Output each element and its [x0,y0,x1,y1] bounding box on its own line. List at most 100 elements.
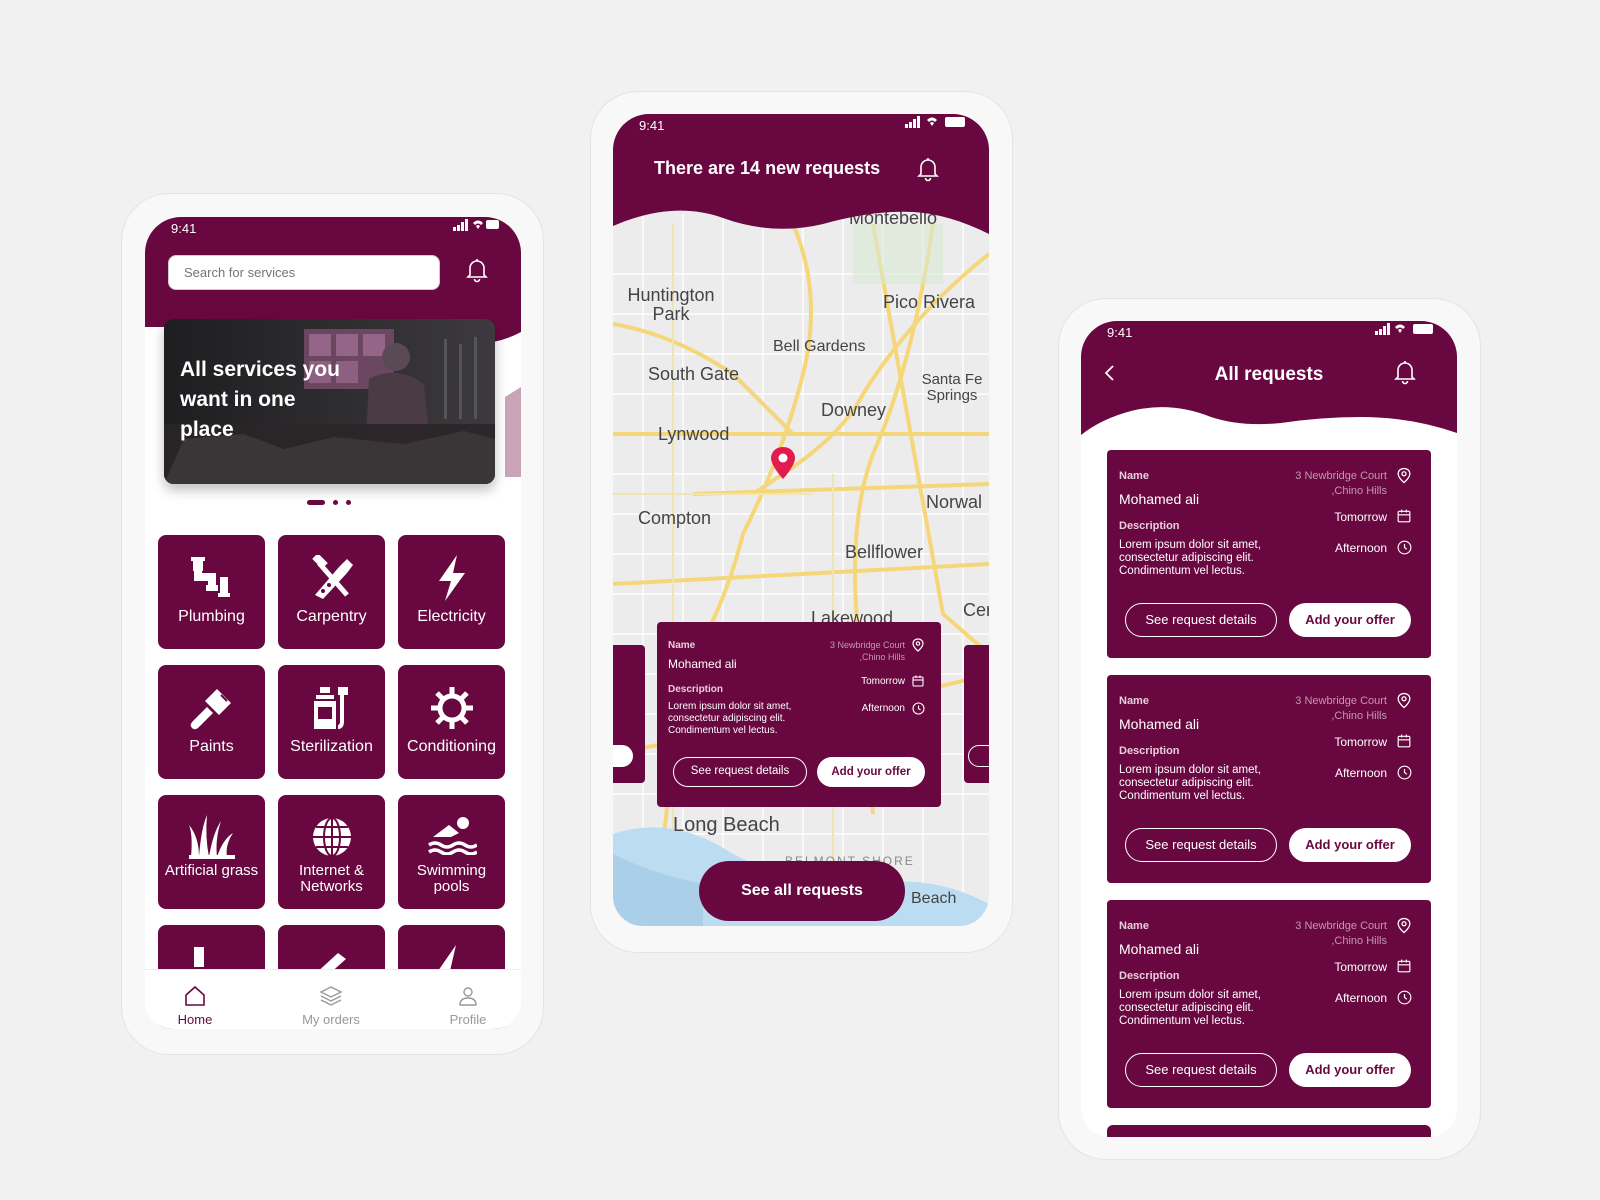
pipe-icon [190,557,230,597]
request-card-partial-right[interactable] [964,645,989,783]
request-card-partial[interactable] [1107,1125,1431,1137]
customer-name: Mohamed ali [1119,716,1200,732]
service-label: Plumbing [178,608,245,625]
service-tile-artificial-grass[interactable]: Artificial grass [158,795,265,909]
service-tile-conditioning[interactable]: Conditioning [398,665,505,779]
request-card[interactable]: Name Mohamed ali 3 Newbridge Court ,Chin… [1107,900,1431,1108]
user-icon [459,987,477,1006]
description-text: Lorem ipsum dolor sit amet, consectetur … [1119,989,1261,1027]
search-input[interactable] [168,255,440,290]
lightning-icon [438,555,465,601]
request-card[interactable]: Name Mohamed ali 3 Newbridge Court ,Chin… [657,622,941,807]
address: 3 Newbridge Court ,Chino Hills [1295,470,1387,497]
service-tile-paints[interactable]: Paints [158,665,265,779]
grass-icon [188,815,235,859]
description-text: Lorem ipsum dolor sit amet, consectetur … [1119,764,1261,802]
paintbrush-icon [190,689,231,730]
add-offer-button[interactable]: Add your offer [1289,603,1411,637]
service-label: Internet & Networks [298,862,365,895]
carousel-dot[interactable] [346,500,351,505]
see-request-details-button[interactable]: See request details [1125,603,1277,637]
map-label: South Gate [648,364,740,384]
name-label: Name [1119,470,1149,482]
nav-label: Profile [449,1012,487,1027]
request-card[interactable]: Name Mohamed ali 3 Newbridge Court ,Chin… [1107,450,1431,658]
map-label: Norwal [926,492,983,512]
request-date: Tomorrow [1334,735,1387,749]
see-request-details-button[interactable]: See request details [1125,828,1277,862]
service-tile-electricity[interactable]: Electricity [398,535,505,649]
add-offer-button[interactable]: Add your offer [1289,1053,1411,1087]
map-label: Bell Gardens [773,338,866,355]
status-icons [453,219,499,231]
add-offer-button[interactable]: Add your offer [1289,828,1411,862]
nav-my-orders[interactable]: My orders [291,984,371,1027]
calendar-icon [912,675,924,687]
request-time: Afternoon [1334,766,1387,780]
service-tile-internet-networks[interactable]: Internet & Networks [278,795,385,909]
request-date: Tomorrow [1334,960,1387,974]
home-icon [185,985,205,1006]
service-tile-carpentry[interactable]: Carpentry [278,535,385,649]
map-label: Long Beach [673,814,780,836]
map-label: Santa Fe Springs [921,371,983,404]
status-icons [1375,323,1435,335]
spray-bottle-icon [313,687,348,729]
see-all-requests-button[interactable]: See all requests [699,861,905,921]
service-label: Artificial grass [164,862,259,879]
location-pin-icon[interactable] [771,447,795,479]
bell-icon[interactable] [465,257,489,283]
service-label: Carpentry [296,608,367,625]
request-details-button-partial[interactable] [968,745,989,767]
home-screen: 9:41 All services you want in one place [145,217,521,1029]
request-time: Afternoon [1334,991,1387,1005]
status-icons [905,116,967,128]
request-card-partial-left[interactable] [613,645,645,783]
clock-icon [1397,765,1412,780]
carousel-dot[interactable] [333,500,338,505]
customer-name: Mohamed ali [1119,941,1200,957]
bell-icon[interactable] [1393,359,1417,385]
clock-icon [912,702,925,715]
bottom-nav: Home My orders Profile [145,969,521,1029]
description-label: Description [1119,520,1180,532]
see-request-details-button[interactable]: See request details [673,757,807,787]
clock-icon [1397,990,1412,1005]
address: 3 Newbridge Court ,Chino Hills [1295,920,1387,947]
request-time: Afternoon [1334,541,1387,555]
calendar-icon [1397,509,1411,523]
service-tile-plumbing[interactable]: Plumbing [158,535,265,649]
map-label: Cer [963,600,989,620]
customer-name: Mohamed ali [1119,491,1200,507]
nav-profile[interactable]: Profile [428,984,508,1027]
description-label: Description [1119,745,1180,757]
globe-icon [312,817,351,857]
see-request-details-button[interactable]: See request details [1125,1053,1277,1087]
map-label: Beach [911,890,957,907]
map-label: Lynwood [658,424,730,444]
description-text: Lorem ipsum dolor sit amet, consectetur … [668,701,792,736]
location-icon [1397,692,1411,709]
calendar-icon [1397,734,1411,748]
swimmer-icon [427,817,477,855]
map-label: Pico Rivera [883,292,976,312]
add-offer-button[interactable]: Add your offer [817,757,925,787]
bell-icon[interactable] [916,156,940,182]
address: 3 Newbridge Court ,Chino Hills [1295,695,1387,722]
service-tile-sterilization[interactable]: Sterilization [278,665,385,779]
carousel-dot-active[interactable] [307,500,325,505]
request-card[interactable]: Name Mohamed ali 3 Newbridge Court ,Chin… [1107,675,1431,883]
banner-headline: All services you want in one place [180,358,340,441]
promo-banner[interactable]: All services you want in one place [164,319,495,484]
customer-name: Mohamed ali [668,657,737,671]
request-details-button-partial[interactable] [613,745,633,767]
request-time: Afternoon [861,703,905,714]
carousel-indicator[interactable] [307,500,351,505]
service-label: Sterilization [290,738,373,755]
description-text: Lorem ipsum dolor sit amet, consectetur … [1119,539,1261,577]
nav-home[interactable]: Home [155,984,235,1027]
description-label: Description [668,684,724,695]
status-time: 9:41 [639,118,665,133]
status-time: 9:41 [171,221,197,236]
service-tile-swimming-pools[interactable]: Swimming pools [398,795,505,909]
